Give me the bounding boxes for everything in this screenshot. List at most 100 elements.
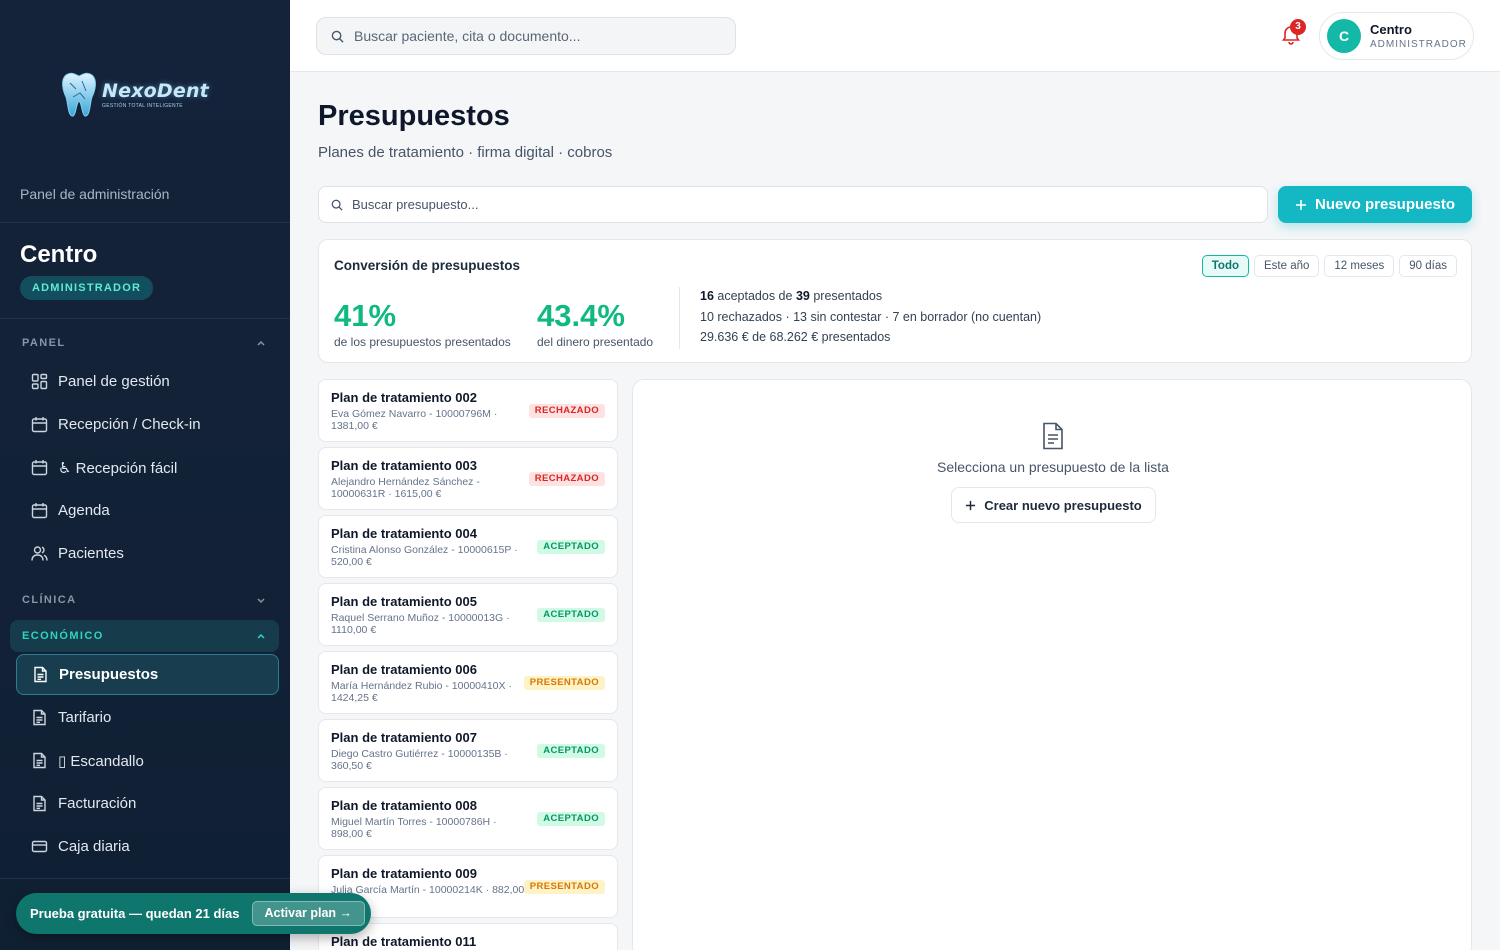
- document-icon: [33, 795, 46, 812]
- page-title: Presupuestos: [318, 100, 510, 132]
- budget-subtitle: Alejandro Hernández Sánchez - 10000631R …: [331, 476, 480, 500]
- create-budget-button[interactable]: Crear nuevo presupuesto: [951, 487, 1156, 523]
- budget-item[interactable]: Plan de tratamiento 007 Diego Castro Gut…: [318, 719, 618, 782]
- section-label: PANEL: [22, 337, 66, 349]
- new-budget-button[interactable]: Nuevo presupuesto: [1278, 186, 1472, 223]
- user-role: ADMINISTRADOR: [1370, 39, 1467, 50]
- users-icon: [31, 546, 48, 561]
- search-placeholder: Buscar paciente, cita o documento...: [354, 28, 581, 44]
- trial-text: Prueba gratuita — quedan 21 días: [30, 906, 240, 921]
- sidebar-item-label: ♿ Recepción fácil: [58, 459, 178, 477]
- presented-count: 39: [795, 289, 810, 303]
- calendar-icon: [31, 460, 48, 476]
- sidebar-item-facturacion[interactable]: Facturación: [16, 783, 279, 824]
- sidebar-item-caja-diaria[interactable]: Caja diaria: [16, 826, 279, 867]
- sidebar-item-presupuestos[interactable]: Presupuestos: [16, 654, 279, 695]
- budget-detail-panel: Selecciona un presupuesto de la lista Cr…: [632, 379, 1472, 950]
- status-badge: ACEPTADO: [537, 608, 605, 622]
- search-placeholder: Buscar presupuesto...: [352, 197, 479, 212]
- trial-banner: Prueba gratuita — quedan 21 días Activar…: [16, 893, 371, 934]
- budget-subtitle: Miguel Martín Torres - 10000786H · 898,0…: [331, 816, 497, 840]
- avatar: C: [1327, 19, 1361, 53]
- sidebar-item-recepcion-checkin[interactable]: Recepción / Check-in: [16, 404, 279, 445]
- budget-title: Plan de tratamiento 009: [331, 866, 477, 881]
- budget-subtitle: Raquel Serrano Muñoz - 10000013G · 1110,…: [331, 612, 510, 636]
- logo-tagline: GESTIÓN TOTAL INTELIGENTE: [102, 102, 183, 109]
- section-label: CLÍNICA: [22, 594, 77, 606]
- budget-item[interactable]: Plan de tratamiento 003 Alejandro Hernán…: [318, 447, 618, 510]
- sidebar-item-agenda[interactable]: Agenda: [16, 490, 279, 531]
- create-budget-label: Crear nuevo presupuesto: [984, 497, 1142, 513]
- budget-subtitle: María Hernández Rubio - 10000410X · 1424…: [331, 680, 512, 704]
- sidebar-item-escandallo[interactable]: ▯ Escandallo: [16, 740, 279, 781]
- card-icon: [31, 840, 48, 853]
- budget-item[interactable]: Plan de tratamiento 002 Eva Gómez Navarr…: [318, 379, 618, 442]
- section-clinica[interactable]: CLÍNICA: [10, 584, 279, 616]
- budget-title: Plan de tratamiento 004: [331, 526, 477, 541]
- sidebar: NexoDent GESTIÓN TOTAL INTELIGENTE Panel…: [0, 0, 290, 950]
- logo-name: NexoDent: [102, 79, 209, 102]
- budget-item[interactable]: Plan de tratamiento 004 Cristina Alonso …: [318, 515, 618, 578]
- panel-caption: Panel de administración: [20, 186, 170, 202]
- conversion-money-caption: del dinero presentado: [537, 335, 654, 349]
- chevron-down-icon: [257, 598, 265, 604]
- budget-title: Plan de tratamiento 008: [331, 798, 477, 813]
- budget-item[interactable]: Plan de tratamiento 005 Raquel Serrano M…: [318, 583, 618, 646]
- status-badge: ACEPTADO: [537, 744, 605, 758]
- notification-count-badge: 3: [1290, 19, 1306, 35]
- status-badge: RECHAZADO: [528, 472, 605, 486]
- sidebar-divider: [0, 318, 290, 319]
- activate-plan-button[interactable]: Activar plan →: [251, 901, 366, 926]
- search-icon: [331, 30, 344, 43]
- section-label: ECONÓMICO: [22, 630, 104, 642]
- sidebar-item-label: Agenda: [58, 502, 110, 519]
- budget-title: Plan de tratamiento 006: [331, 662, 477, 677]
- user-menu[interactable]: C Centro ADMINISTRADOR: [1319, 12, 1474, 60]
- topbar: Buscar paciente, cita o documento... 3 C…: [290, 0, 1500, 72]
- calendar-icon: [31, 417, 48, 433]
- budget-title: Plan de tratamiento 003: [331, 458, 477, 473]
- conversion-count-pct: 41%: [334, 298, 397, 333]
- budget-item[interactable]: Plan de tratamiento 008 Miguel Martín To…: [318, 787, 618, 850]
- sidebar-item-recepcion-facil[interactable]: ♿ Recepción fácil: [16, 447, 279, 488]
- document-icon: [1043, 422, 1063, 450]
- sidebar-item-tarifario[interactable]: Tarifario: [16, 697, 279, 738]
- conversion-count-caption: de los presupuestos presentados: [334, 335, 511, 349]
- plus-icon: [1295, 199, 1306, 210]
- budget-title: Plan de tratamiento 005: [331, 594, 477, 609]
- user-name: Centro: [1370, 22, 1412, 37]
- document-icon: [33, 752, 46, 769]
- sidebar-item-label: ▯ Escandallo: [58, 752, 144, 770]
- budget-subtitle: Cristina Alonso González - 10000615P · 5…: [331, 544, 518, 568]
- accepted-count: 16: [700, 289, 714, 303]
- global-search-input[interactable]: Buscar paciente, cita o documento...: [316, 17, 736, 55]
- sidebar-item-pacientes[interactable]: Pacientes: [16, 533, 279, 574]
- dashboard-icon: [31, 373, 48, 390]
- sidebar-item-label: Presupuestos: [59, 666, 159, 683]
- filter-this-year[interactable]: Este año: [1254, 255, 1320, 277]
- section-panel[interactable]: PANEL: [10, 327, 279, 359]
- budget-search-input[interactable]: Buscar presupuesto...: [318, 186, 1268, 223]
- accepted-text: aceptados de: [717, 289, 793, 303]
- sidebar-item-label: Facturación: [58, 795, 137, 812]
- nexodent-logo[interactable]: NexoDent GESTIÓN TOTAL INTELIGENTE: [60, 70, 209, 120]
- filter-all[interactable]: Todo: [1201, 255, 1249, 277]
- empty-state-text: Selecciona un presupuesto de la lista: [937, 459, 1169, 475]
- sidebar-item-label: Panel de gestión: [58, 373, 170, 390]
- sidebar-item-label: Caja diaria: [58, 838, 130, 855]
- budget-subtitle: Diego Castro Gutiérrez - 10000135B · 360…: [331, 748, 508, 772]
- budget-title: Plan de tratamiento 007: [331, 730, 477, 745]
- filter-12-months[interactable]: 12 meses: [1324, 255, 1395, 277]
- sidebar-item-panel-de-gestion[interactable]: Panel de gestión: [16, 361, 279, 402]
- sidebar-item-label: Recepción / Check-in: [58, 416, 201, 433]
- filter-90-days[interactable]: 90 días: [1399, 255, 1457, 277]
- section-economico[interactable]: ECONÓMICO: [10, 620, 279, 652]
- chevron-up-icon: [257, 633, 265, 639]
- budget-item[interactable]: Plan de tratamiento 006 María Hernández …: [318, 651, 618, 714]
- conversion-title: Conversión de presupuestos: [334, 258, 521, 273]
- budget-subtitle: Eva Gómez Navarro - 10000796M · 1381,00 …: [331, 408, 498, 432]
- status-badge: PRESENTADO: [523, 676, 605, 690]
- conversion-money-pct: 43.4%: [537, 298, 625, 333]
- document-icon: [33, 709, 46, 726]
- status-badge: ACEPTADO: [537, 812, 605, 826]
